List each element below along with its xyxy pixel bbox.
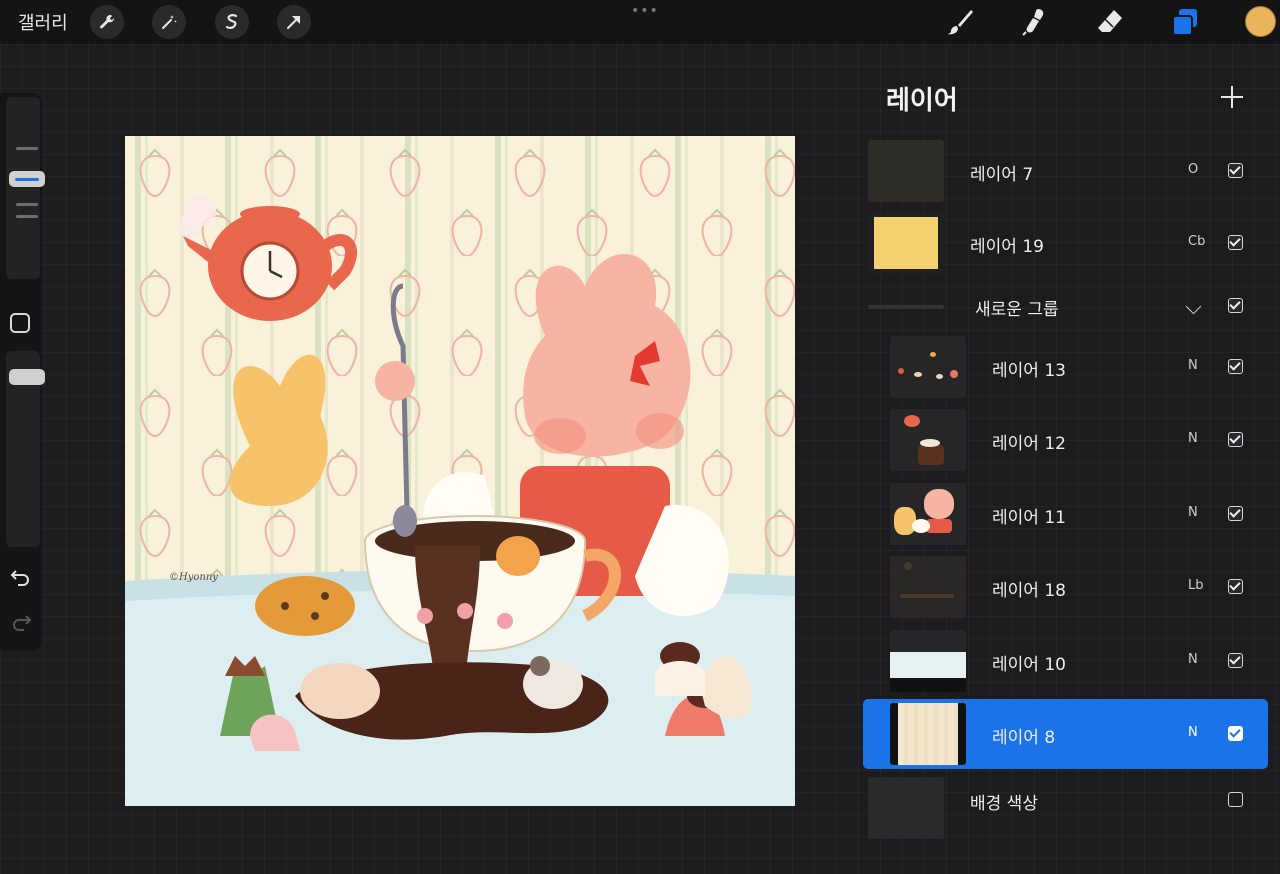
- visibility-checkbox[interactable]: [1228, 235, 1243, 250]
- color-picker-swatch[interactable]: [1245, 6, 1276, 37]
- visibility-checkbox[interactable]: [1228, 653, 1243, 668]
- visibility-checkbox[interactable]: [1228, 432, 1243, 447]
- layer-name: 레이어 13: [992, 361, 1066, 381]
- layer-name: 레이어 7: [970, 165, 1034, 185]
- layer-thumbnail: [868, 212, 944, 274]
- visibility-checkbox[interactable]: [1228, 579, 1243, 594]
- magic-wand-icon[interactable]: [152, 5, 186, 39]
- artist-signature: ©Hyonny: [169, 572, 218, 583]
- more-dots-icon[interactable]: •••: [631, 3, 659, 19]
- background-color-row[interactable]: 배경 색상: [863, 773, 1268, 843]
- layer-row-8[interactable]: 레이어 8 N: [863, 699, 1268, 769]
- layer-name: 레이어 8: [992, 728, 1056, 748]
- blend-mode-button[interactable]: Cb: [1188, 234, 1205, 249]
- layer-thumbnail: [890, 703, 966, 765]
- slider-tick: [16, 203, 38, 206]
- group-indicator: [868, 305, 944, 309]
- blend-mode-button[interactable]: N: [1188, 725, 1198, 740]
- layer-row-11[interactable]: 레이어 11 N: [863, 479, 1268, 549]
- blend-mode-button[interactable]: N: [1188, 358, 1198, 373]
- layer-row-18[interactable]: 레이어 18 Lb: [863, 552, 1268, 622]
- blend-mode-button[interactable]: N: [1188, 431, 1198, 446]
- top-toolbar: 갤러리 •••: [0, 0, 1280, 44]
- brush-size-slider[interactable]: [6, 97, 45, 279]
- wrench-icon[interactable]: [90, 5, 124, 39]
- undo-icon[interactable]: [10, 568, 32, 590]
- selection-s-icon[interactable]: [215, 5, 249, 39]
- artwork-illustration: [125, 136, 795, 806]
- blend-mode-button[interactable]: N: [1188, 505, 1198, 520]
- layer-thumbnail: [890, 409, 966, 471]
- brush-size-knob[interactable]: [9, 171, 45, 187]
- smudge-icon[interactable]: [1016, 4, 1052, 40]
- chevron-down-icon[interactable]: [1185, 298, 1202, 315]
- drawing-canvas[interactable]: ©Hyonny: [125, 136, 795, 806]
- blend-mode-button[interactable]: O: [1188, 162, 1198, 177]
- layer-row-10[interactable]: 레이어 10 N: [863, 626, 1268, 696]
- layer-name: 배경 색상: [970, 794, 1038, 814]
- visibility-checkbox[interactable]: [1228, 163, 1243, 178]
- layer-thumbnail: [868, 140, 944, 202]
- brush-icon[interactable]: [942, 4, 978, 40]
- arrow-transform-icon[interactable]: [277, 5, 311, 39]
- visibility-checkbox[interactable]: [1228, 726, 1243, 741]
- layer-thumbnail: [868, 777, 944, 839]
- visibility-checkbox[interactable]: [1228, 298, 1243, 313]
- group-name: 새로운 그룹: [975, 300, 1059, 320]
- blend-mode-button[interactable]: Lb: [1188, 578, 1204, 593]
- opacity-knob[interactable]: [9, 369, 45, 385]
- layer-thumbnail: [890, 630, 966, 692]
- layer-name: 레이어 12: [992, 434, 1066, 454]
- slider-tick: [16, 215, 38, 218]
- layer-thumbnail: [890, 483, 966, 545]
- layers-panel: 레이어 레이어 7 O 레이어 19 Cb 새로운 그룹 레이어 13 N 레이…: [863, 62, 1280, 874]
- layer-group-row[interactable]: 새로운 그룹: [863, 271, 1268, 341]
- left-sidebar: [0, 93, 45, 651]
- slider-tick: [16, 147, 38, 150]
- layer-row-7[interactable]: 레이어 7 O: [863, 136, 1268, 206]
- visibility-checkbox[interactable]: [1228, 359, 1243, 374]
- panel-title: 레이어: [886, 86, 958, 116]
- visibility-checkbox[interactable]: [1228, 506, 1243, 521]
- layer-name: 레이어 11: [992, 508, 1066, 528]
- layer-row-19[interactable]: 레이어 19 Cb: [863, 208, 1268, 278]
- layer-name: 레이어 19: [970, 237, 1044, 257]
- layer-name: 레이어 10: [992, 655, 1066, 675]
- visibility-checkbox[interactable]: [1228, 792, 1243, 807]
- layer-name: 레이어 18: [992, 581, 1066, 601]
- layer-thumbnail: [890, 556, 966, 618]
- layer-thumbnail: [890, 336, 966, 398]
- gallery-button[interactable]: 갤러리: [18, 9, 68, 35]
- layer-row-12[interactable]: 레이어 12 N: [863, 405, 1268, 475]
- redo-icon[interactable]: [10, 613, 32, 635]
- eraser-icon[interactable]: [1092, 4, 1128, 40]
- plus-icon[interactable]: [1219, 84, 1247, 112]
- opacity-slider[interactable]: [6, 351, 45, 547]
- modify-button[interactable]: [10, 313, 30, 333]
- layers-icon[interactable]: [1167, 4, 1203, 40]
- blend-mode-button[interactable]: N: [1188, 652, 1198, 667]
- layer-row-13[interactable]: 레이어 13 N: [863, 332, 1268, 402]
